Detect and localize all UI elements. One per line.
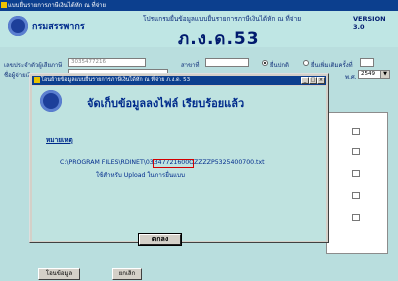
branch-field[interactable] [205, 58, 249, 67]
radio-additional-filing[interactable] [303, 60, 309, 66]
year-label: พ.ศ. [345, 74, 357, 81]
radio-normal-filing[interactable] [262, 60, 268, 66]
year-value: 2549 [361, 71, 375, 77]
highlight-box [153, 159, 194, 168]
save-complete-dialog: โอนย้ายข้อมูลแบบยื่นรายการภาษีเงินได้หัก… [29, 73, 329, 245]
revenue-department-logo-icon [40, 90, 62, 112]
dialog-heading: จัดเก็บข้อมูลลงไฟล์ เรียบร้อยแล้ว [87, 97, 245, 110]
department-name: กรมสรรพากร [32, 22, 85, 32]
usage-note: ใช้สำหรับ Upload ในการยื่นแบบ [96, 172, 185, 179]
dialog-app-icon [34, 77, 40, 83]
ok-button[interactable]: ตกลง [139, 234, 181, 245]
option-checkbox-3[interactable] [352, 170, 360, 177]
option-checkbox-5[interactable] [352, 214, 360, 221]
branch-label: สาขาที่ [181, 62, 200, 69]
dialog-title: โอนย้ายข้อมูลแบบยื่นรายการภาษีเงินได้หัก… [41, 77, 191, 83]
window-controls: _ □ × [301, 77, 325, 84]
dialog-body: จัดเก็บข้อมูลลงไฟล์ เรียบร้อยแล้ว หมายเห… [32, 86, 326, 245]
option-checkbox-1[interactable] [352, 128, 360, 135]
main-titlebar: แบบยื่นรายการภาษีเงินได้หัก ณ ที่จ่าย [0, 0, 398, 11]
additional-count-field[interactable] [360, 58, 374, 67]
main-window-title: แบบยื่นรายการภาษีเงินได้หัก ณ ที่จ่าย [8, 2, 107, 9]
note-label: หมายเหตุ [46, 136, 73, 144]
file-path-suffix: 0OZZZZP5325400700.txt [185, 159, 265, 166]
cancel-button[interactable]: ยกเลิก [112, 268, 142, 280]
chevron-down-icon[interactable]: ▼ [380, 71, 389, 78]
form-code-title: ภ.ง.ด.53 [178, 29, 260, 49]
app-icon [1, 2, 7, 8]
program-subtitle: โปรแกรมยื่นข้อมูลแบบยื่นรายการภาษีเงินได… [143, 15, 302, 23]
file-path-prefix: C:\PROGRAM FILES\RDINET\ [60, 159, 146, 166]
maximize-icon[interactable]: □ [309, 77, 317, 84]
revenue-department-logo-icon [8, 16, 28, 36]
tax-id-label: เลขประจำตัวผู้เสียภาษี [4, 62, 63, 69]
tax-id-field[interactable]: 3035477216 [68, 58, 146, 67]
dialog-titlebar: โอนย้ายข้อมูลแบบยื่นรายการภาษีเงินได้หัก… [32, 76, 326, 85]
close-icon[interactable]: × [317, 77, 325, 84]
year-select[interactable]: 2549 ▼ [358, 70, 390, 79]
radio-additional-label: ยื่นเพิ่มเติมครั้งที่ [311, 62, 353, 69]
option-checkbox-4[interactable] [352, 192, 360, 199]
version-label: VERSION 3.0 [353, 15, 386, 31]
transfer-data-button[interactable]: โอนข้อมูล [38, 268, 80, 280]
radio-normal-label: ยื่นปกติ [270, 62, 289, 69]
option-checkbox-2[interactable] [352, 148, 360, 155]
minimize-icon[interactable]: _ [301, 77, 309, 84]
